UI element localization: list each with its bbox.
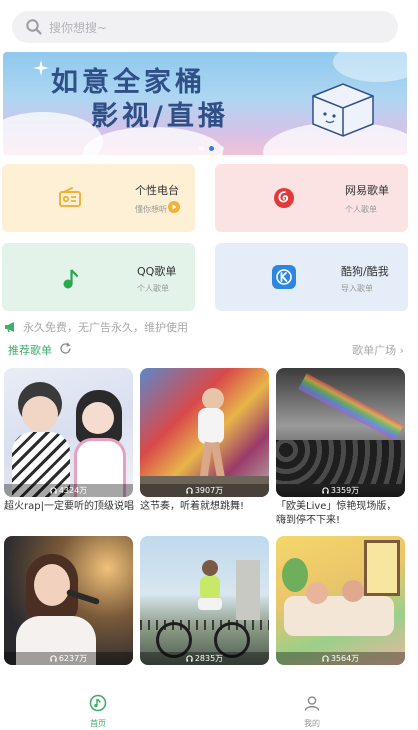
section-title: 推荐歌单 xyxy=(8,344,52,357)
card-subtitle: 懂你想听 xyxy=(135,205,167,214)
tab-label: 我的 xyxy=(304,719,320,728)
qq-music-icon xyxy=(63,269,79,289)
play-count-value: 6237万 xyxy=(58,654,88,663)
music-disc-icon xyxy=(89,694,107,712)
banner-title-line1: 如意全家桶 xyxy=(51,67,206,98)
headphones-icon xyxy=(322,487,329,494)
notice-text: 永久免费，无广告永久，维护使用 xyxy=(23,321,188,334)
card-subtitle: 个人歌单 xyxy=(345,205,377,214)
play-count-value: 3564万 xyxy=(330,654,360,663)
card-title: QQ歌单 xyxy=(137,265,177,278)
play-count: 2835万 xyxy=(140,652,269,665)
headphones-icon xyxy=(50,655,57,662)
personal-radio-card[interactable]: 个性电台 懂你想听 xyxy=(2,164,195,232)
tab-mine[interactable]: 我的 xyxy=(282,694,342,729)
headphones-icon xyxy=(186,655,193,662)
headphones-icon xyxy=(186,487,193,494)
bottom-tab-bar: 首页 我的 xyxy=(0,684,418,730)
recommended-section-header: 推荐歌单 歌单广场 › xyxy=(8,340,408,358)
play-count-value: 2835万 xyxy=(194,654,224,663)
play-count-value: 3359万 xyxy=(330,486,360,495)
banner-dot[interactable] xyxy=(219,146,224,151)
playlist-cover[interactable]: 4324万 xyxy=(4,368,133,497)
banner-title-line2: 影视/直播 xyxy=(91,101,229,132)
notice-bar: 永久免费，无广告永久，维护使用 xyxy=(4,319,188,335)
search-placeholder: 搜你想搜~ xyxy=(49,20,108,35)
playlist-cover[interactable]: 3359万 xyxy=(276,368,405,497)
play-count: 3564万 xyxy=(276,652,405,665)
search-bar[interactable]: 搜你想搜~ xyxy=(12,11,398,43)
user-icon xyxy=(304,696,320,711)
headphones-icon xyxy=(50,487,57,494)
playlist-caption[interactable]: 这节奏，听着就想跳舞! xyxy=(140,500,270,514)
card-subtitle: 导入歌单 xyxy=(341,284,373,293)
playlist-cover[interactable]: 6237万 xyxy=(4,536,133,665)
play-circle-icon xyxy=(168,201,180,213)
radio-icon xyxy=(59,187,81,207)
card-subtitle: 个人歌单 xyxy=(137,284,169,293)
promo-banner[interactable]: 如意全家桶 影视/直播 xyxy=(3,52,407,155)
search-icon xyxy=(26,19,42,35)
playlist-cover[interactable]: 3564万 xyxy=(276,536,405,665)
playlist-caption[interactable]: 超火rap|一定要听的顶级说唱 xyxy=(4,500,134,514)
playlist-cover[interactable]: 2835万 xyxy=(140,536,269,665)
kugou-kuwo-card[interactable]: 酷狗/酷我 导入歌单 xyxy=(215,243,408,311)
card-title: 网易歌单 xyxy=(345,184,389,197)
playlist-caption[interactable]: 「欧美Live」惊艳现场版，嗨到停不下来! xyxy=(276,500,406,528)
tab-home[interactable]: 首页 xyxy=(68,694,128,729)
playlist-cover[interactable]: 3907万 xyxy=(140,368,269,497)
cube-mascot-icon xyxy=(312,83,374,137)
megaphone-icon xyxy=(5,322,14,333)
play-count: 3359万 xyxy=(276,484,405,497)
tab-label: 首页 xyxy=(90,719,106,728)
sparkle-icon xyxy=(33,60,49,76)
qq-playlist-card[interactable]: QQ歌单 个人歌单 xyxy=(2,243,195,311)
kugou-icon xyxy=(272,265,296,289)
refresh-icon[interactable] xyxy=(59,342,72,355)
play-count-value: 4324万 xyxy=(58,486,88,495)
playlist-plaza-link[interactable]: 歌单广场 › xyxy=(352,342,404,358)
card-title: 个性电台 xyxy=(135,184,179,197)
netease-music-icon xyxy=(274,188,294,208)
play-count: 4324万 xyxy=(4,484,133,497)
netease-playlist-card[interactable]: 网易歌单 个人歌单 xyxy=(215,164,408,232)
banner-dot[interactable] xyxy=(199,146,204,151)
banner-dot-active[interactable] xyxy=(209,146,214,151)
play-count-value: 3907万 xyxy=(194,486,224,495)
play-count: 6237万 xyxy=(4,652,133,665)
headphones-icon xyxy=(322,655,329,662)
play-count: 3907万 xyxy=(140,484,269,497)
banner-pagination xyxy=(199,146,224,151)
card-title: 酷狗/酷我 xyxy=(341,265,389,278)
